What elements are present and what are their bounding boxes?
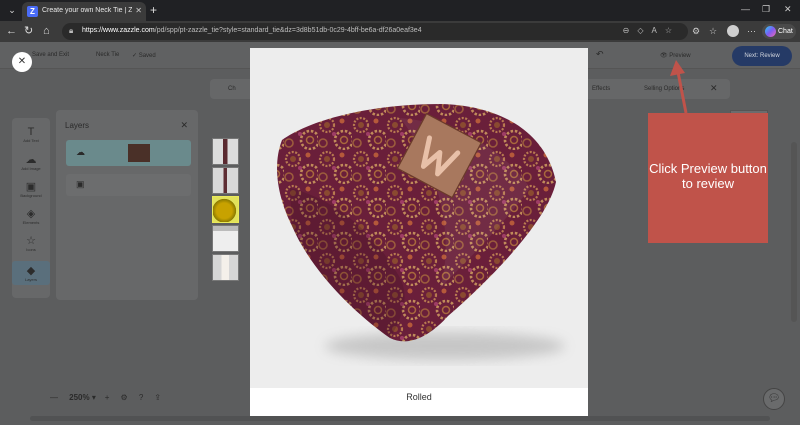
more-icon[interactable]: ⋯ xyxy=(747,26,756,37)
background-icon: ▣ xyxy=(25,181,37,193)
zoom-level[interactable]: 250% xyxy=(69,393,89,402)
thumbnail-model-full[interactable] xyxy=(212,254,239,281)
background-icon: ▣ xyxy=(76,179,85,189)
tab-title: Create your own Neck Tie | Zazzle xyxy=(42,7,132,14)
browser-tab[interactable]: Z Create your own Neck Tie | Zazzle ✕ xyxy=(22,2,146,21)
instruction-callout: Click Preview button to review xyxy=(648,113,768,243)
zoom-dropdown-icon[interactable]: ▾ xyxy=(92,393,96,402)
tab-close-icon[interactable]: ✕ xyxy=(135,6,142,15)
vertical-scrollbar[interactable] xyxy=(791,142,797,322)
help-icon[interactable]: ? xyxy=(139,393,143,402)
share-icon[interactable]: ⇪ xyxy=(154,393,161,402)
sidebar-elements[interactable]: ◈ Elements xyxy=(12,207,50,225)
breadcrumb-neck-tie: Neck Tie xyxy=(96,52,120,58)
preview-modal: Rolled xyxy=(250,48,588,416)
profile-avatar[interactable] xyxy=(727,25,739,37)
tab-menu-icon[interactable]: ⌄ xyxy=(4,3,20,18)
rolled-tie-image xyxy=(250,48,588,388)
layers-close-icon[interactable]: ✕ xyxy=(180,120,188,131)
chat-bubble-icon[interactable]: 💬︎ xyxy=(763,388,785,410)
selling-options-button[interactable]: Selling Options xyxy=(644,86,684,92)
instruction-text: Click Preview button to review xyxy=(649,161,767,191)
preview-button[interactable]: 👁︎ Preview xyxy=(660,52,691,59)
favorites-icon[interactable]: ☆ xyxy=(709,26,717,37)
url-text: https://www.zazzle.com/pd/spp/pt-zazzle_… xyxy=(82,27,422,34)
zoom-controls: — 250% ▾ + ⚙ ? ⇪ xyxy=(50,393,161,402)
view-thumbnails xyxy=(212,138,239,283)
zoom-out-icon[interactable]: — xyxy=(50,393,58,402)
saved-status: ✓ Saved xyxy=(132,53,156,59)
tool-sidebar: T Add Text ☁ Add Image ▣ Background ◈ Elemen… xyxy=(12,118,50,298)
thumbnail-back[interactable] xyxy=(212,167,239,194)
layer-background-row[interactable]: ▣ xyxy=(66,174,191,196)
reload-icon[interactable]: ↻ xyxy=(24,25,33,38)
browser-tab-bar: ⌄ Z Create your own Neck Tie | Zazzle ✕ … xyxy=(0,0,800,21)
copilot-icon xyxy=(765,26,776,37)
sidebar-layers[interactable]: ◆ Layers xyxy=(12,261,50,285)
extensions-icon[interactable]: ⚙ xyxy=(692,26,700,37)
layers-icon: ◆ xyxy=(26,265,36,277)
lock-icon: 🔒︎ xyxy=(69,26,74,35)
thumbnail-front[interactable] xyxy=(212,138,239,165)
copilot-chat-button[interactable]: Chat xyxy=(762,24,796,39)
image-icon: ☁ xyxy=(76,147,85,157)
elements-icon: ◈ xyxy=(26,208,36,220)
sidebar-add-text[interactable]: T Add Text xyxy=(12,126,50,143)
sidebar-icons[interactable]: ☆ Icons xyxy=(12,234,50,252)
sidebar-add-image[interactable]: ☁ Add Image xyxy=(12,153,50,171)
text-icon: T xyxy=(27,126,35,138)
settings-icon[interactable]: ⚙ xyxy=(121,393,128,402)
zazzle-favicon-icon: Z xyxy=(27,6,38,17)
back-icon[interactable]: ← xyxy=(6,25,17,38)
toolstrip-change-button[interactable]: Ch xyxy=(228,86,236,92)
thumbnail-model-closeup[interactable] xyxy=(212,225,239,252)
layers-title: Layers xyxy=(65,121,90,130)
restore-icon[interactable]: ❐ xyxy=(762,4,770,15)
layer-image-row[interactable]: ☁ xyxy=(66,140,191,166)
zoom-in-icon[interactable]: + xyxy=(105,393,110,402)
address-toolbar: ← ↻ ⌂ 🔒︎ https://www.zazzle.com/pd/spp/p… xyxy=(0,21,800,42)
tie-illustration xyxy=(277,104,565,360)
new-tab-button[interactable]: + xyxy=(150,3,157,18)
home-icon[interactable]: ⌂ xyxy=(43,25,50,38)
window-close-icon[interactable]: ✕ xyxy=(784,4,792,15)
next-review-button[interactable]: Next: Review xyxy=(732,46,792,66)
save-exit-button[interactable]: Save and Exit xyxy=(32,52,69,58)
effects-button[interactable]: Effects xyxy=(592,86,610,92)
sidebar-background[interactable]: ▣ Background xyxy=(12,180,50,198)
undo-icon[interactable]: ↶ xyxy=(596,49,604,60)
address-bar[interactable]: 🔒︎ https://www.zazzle.com/pd/spp/pt-zazz… xyxy=(62,23,688,40)
toolstrip-close-icon[interactable]: ✕ xyxy=(710,83,718,94)
image-icon: ☁ xyxy=(25,154,37,166)
horizontal-scrollbar[interactable] xyxy=(30,416,770,421)
minimize-icon[interactable]: — xyxy=(741,4,750,14)
address-bar-icons[interactable]: ⊖◇A☆ xyxy=(623,26,680,35)
view-caption: Rolled xyxy=(406,392,432,402)
layers-panel: Layers ✕ ☁ ▣ xyxy=(56,110,198,300)
layer-thumbnail xyxy=(128,144,150,162)
close-preview-button[interactable]: ✕ xyxy=(12,52,32,72)
star-icon: ☆ xyxy=(26,235,36,247)
thumbnail-rolled[interactable] xyxy=(212,196,239,223)
chat-label: Chat xyxy=(778,28,793,35)
